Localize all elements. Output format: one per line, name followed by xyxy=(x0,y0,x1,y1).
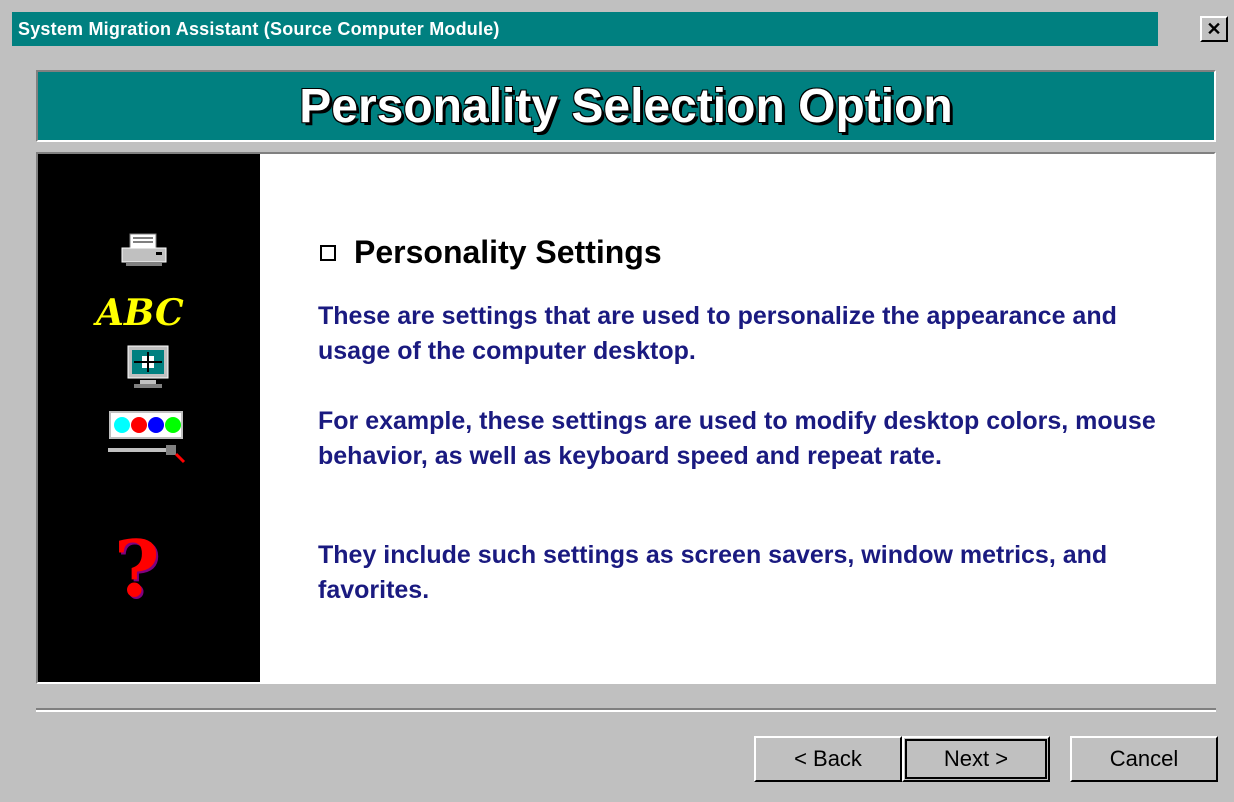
sidebar: ABC ? xyxy=(38,154,260,682)
header-banner: Personality Selection Option xyxy=(36,70,1216,142)
abc-icon: ABC xyxy=(96,292,184,334)
main-panel: Personality Settings These are settings … xyxy=(260,154,1214,682)
back-button[interactable]: < Back xyxy=(754,736,902,782)
cancel-button[interactable]: Cancel xyxy=(1070,736,1218,782)
monitor-icon xyxy=(126,344,170,395)
window-title: System Migration Assistant (Source Compu… xyxy=(18,19,500,39)
printer-icon xyxy=(120,232,170,277)
next-button[interactable]: Next > xyxy=(902,736,1050,782)
personality-settings-checkbox[interactable] xyxy=(320,244,336,261)
personality-settings-option[interactable]: Personality Settings xyxy=(320,234,662,271)
description-paragraph: They include such settings as screen sav… xyxy=(318,541,1108,604)
close-icon: ✕ xyxy=(1206,18,1222,39)
help-icon: ? xyxy=(114,524,160,615)
description-paragraph: For example, these settings are used to … xyxy=(318,407,1156,470)
description-paragraph: These are settings that are used to pers… xyxy=(318,302,1117,365)
palette-icon xyxy=(108,410,188,479)
page-title: Personality Selection Option xyxy=(299,79,953,133)
personality-settings-label: Personality Settings xyxy=(354,234,662,270)
title-bar: System Migration Assistant (Source Compu… xyxy=(0,0,1234,46)
content-frame: ABC ? Personality Settings These are set… xyxy=(36,152,1216,684)
separator xyxy=(36,708,1216,712)
close-button[interactable]: ✕ xyxy=(1200,16,1228,42)
